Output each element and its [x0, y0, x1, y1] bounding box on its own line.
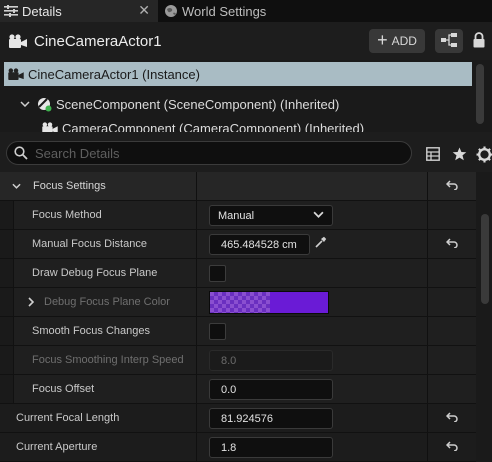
table-view-icon[interactable]	[424, 145, 442, 163]
blueprint-button[interactable]	[435, 29, 463, 53]
search-input[interactable]	[35, 145, 395, 161]
tree-item-scene-component[interactable]: SceneComponent (SceneComponent) (Inherit…	[18, 92, 339, 116]
property-label: Current Focal Length	[16, 412, 120, 424]
lock-button[interactable]	[470, 31, 488, 51]
reset-to-default-button[interactable]	[427, 172, 476, 200]
chevron-down-icon	[313, 209, 324, 221]
property-label: Smooth Focus Changes	[32, 325, 151, 337]
dropdown-value: Manual	[218, 209, 255, 222]
component-tree: CineCameraActor1 (Instance) SceneCompone…	[0, 60, 492, 132]
blueprint-hierarchy-icon	[441, 32, 457, 50]
gear-icon[interactable]	[475, 145, 492, 163]
reset-arrow-icon	[445, 237, 458, 251]
reset-to-default-button[interactable]	[427, 404, 476, 432]
plus-icon: +	[377, 30, 388, 50]
focus-method-dropdown[interactable]: Manual	[209, 205, 333, 226]
manual-focus-distance-field[interactable]: 465.484528 cm	[209, 234, 310, 255]
color-swatch[interactable]	[209, 291, 329, 314]
reset-arrow-icon	[445, 440, 458, 454]
property-label: Focus Method	[32, 209, 102, 221]
property-row-debug-focus-plane-color: Debug Focus Plane Color	[0, 288, 476, 317]
property-row-current-focal-length: Current Focal Length 81.924576	[0, 404, 476, 433]
section-label: Focus Settings	[33, 180, 106, 192]
color-swatch-solid	[270, 292, 328, 313]
chevron-right-icon[interactable]	[28, 297, 34, 307]
property-label-group: Debug Focus Plane Color	[28, 288, 170, 316]
camera-icon	[9, 34, 27, 51]
search-icon	[7, 146, 35, 160]
tree-item-label: CameraComponent (CameraComponent) (Inher…	[62, 120, 365, 133]
property-grid: Focus Settings Focus Method Manual Manua…	[0, 172, 492, 462]
globe-icon	[160, 4, 182, 18]
reset-to-default-button[interactable]	[427, 230, 476, 258]
eyedropper-icon[interactable]	[315, 236, 327, 251]
property-row-smooth-focus-changes: Smooth Focus Changes	[0, 317, 476, 346]
close-icon[interactable]: ✕	[138, 2, 150, 19]
search-bar	[0, 132, 492, 172]
property-label: Debug Focus Plane Color	[44, 296, 170, 308]
section-header: Focus Settings	[12, 172, 106, 200]
current-aperture-field[interactable]: 1.8	[209, 437, 333, 458]
reset-to-default-button[interactable]	[427, 433, 476, 461]
tab-world-settings[interactable]: World Settings	[160, 0, 300, 22]
property-label: Focus Offset	[32, 383, 95, 395]
details-icon	[0, 5, 22, 17]
details-scrollbar[interactable]	[481, 214, 489, 304]
chevron-down-icon[interactable]	[12, 183, 21, 189]
tree-item-instance[interactable]: CineCameraActor1 (Instance)	[4, 62, 472, 86]
tree-scrollbar[interactable]	[476, 64, 484, 124]
reset-arrow-icon	[445, 411, 458, 425]
property-row-focus-smoothing-interp-speed: Focus Smoothing Interp Speed 8.0	[0, 346, 476, 375]
focus-smoothing-interp-speed-field: 8.0	[209, 350, 333, 371]
camera-icon	[4, 68, 28, 80]
property-label: Focus Smoothing Interp Speed	[32, 354, 184, 366]
focus-offset-field[interactable]: 0.0	[209, 379, 333, 400]
tree-item-camera-component[interactable]: CameraComponent (CameraComponent) (Inher…	[38, 116, 364, 132]
draw-debug-focus-plane-checkbox[interactable]	[209, 265, 226, 282]
tab-world-settings-label: World Settings	[182, 3, 267, 19]
actor-header: CineCameraActor1 + ADD	[0, 22, 492, 60]
add-component-button[interactable]: + ADD	[369, 29, 425, 53]
chevron-down-icon[interactable]	[18, 101, 32, 107]
property-row-manual-focus-distance: Manual Focus Distance 465.484528 cm	[0, 230, 476, 259]
tab-details[interactable]: Details ✕	[0, 0, 158, 22]
tab-details-label: Details	[22, 3, 62, 19]
tree-item-label: CineCameraActor1 (Instance)	[28, 66, 200, 82]
lock-icon	[473, 31, 485, 51]
star-icon[interactable]	[450, 145, 468, 163]
property-row-current-aperture: Current Aperture 1.8	[0, 433, 476, 462]
current-focal-length-field[interactable]: 81.924576	[209, 408, 333, 429]
search-box[interactable]	[6, 141, 412, 165]
camera-icon	[38, 122, 62, 132]
scene-component-icon	[32, 96, 56, 112]
property-label: Manual Focus Distance	[32, 238, 147, 250]
property-row-focus-method: Focus Method Manual	[0, 201, 476, 230]
property-label: Current Aperture	[16, 441, 98, 453]
property-label: Draw Debug Focus Plane	[32, 267, 158, 279]
smooth-focus-changes-checkbox[interactable]	[209, 323, 226, 340]
color-swatch-alpha	[210, 292, 270, 313]
tree-item-label: SceneComponent (SceneComponent) (Inherit…	[56, 96, 340, 112]
actor-name: CineCameraActor1	[34, 33, 162, 50]
property-row-focus-offset: Focus Offset 0.0	[0, 375, 476, 404]
section-focus-settings[interactable]: Focus Settings	[0, 172, 476, 201]
add-button-label: ADD	[391, 34, 417, 48]
property-row-draw-debug-focus-plane: Draw Debug Focus Plane	[0, 259, 476, 288]
tab-bar: Details ✕ World Settings	[0, 0, 492, 22]
reset-arrow-icon	[445, 179, 458, 193]
